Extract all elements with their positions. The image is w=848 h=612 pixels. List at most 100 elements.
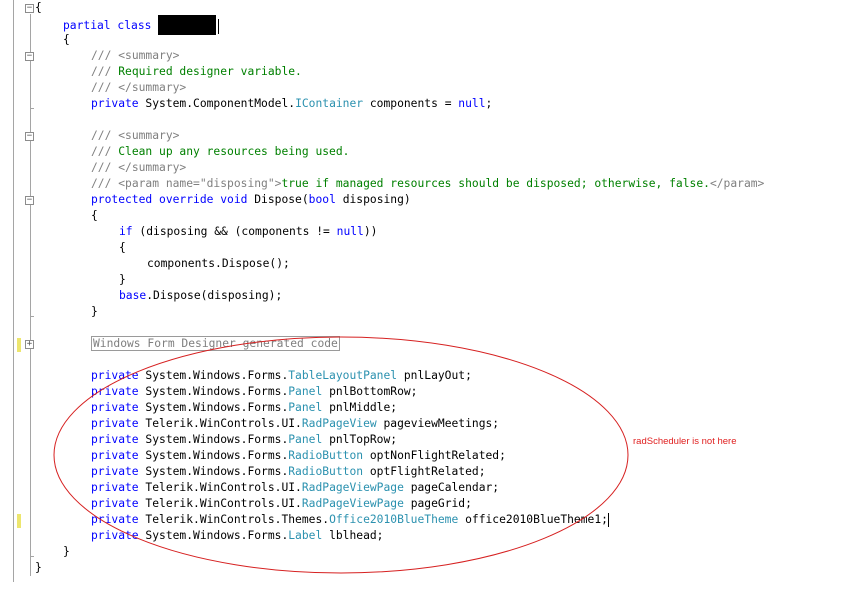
gutter-border bbox=[13, 0, 14, 582]
code-token: RadioButton bbox=[288, 449, 364, 462]
code-token: System.Windows.Forms. bbox=[145, 385, 289, 398]
code-token: Label bbox=[288, 529, 323, 542]
expand-toggle-icon[interactable]: + bbox=[25, 340, 34, 349]
code-token: Telerik.WinControls.UI. bbox=[145, 497, 302, 510]
code-token: )) bbox=[363, 225, 378, 238]
code-line-partial-class[interactable]: partial class bbox=[63, 15, 220, 35]
code-token: RadPageViewPage bbox=[301, 497, 404, 510]
code-line-close-brace-outer[interactable]: } bbox=[35, 560, 42, 576]
code-line-summary-close-2[interactable]: /// </summary> bbox=[91, 160, 186, 176]
code-token: IContainer bbox=[295, 97, 364, 110]
code-token: pageGrid; bbox=[403, 497, 472, 510]
collapsed-region-designer-code[interactable]: Windows Form Designer generated code bbox=[91, 336, 340, 351]
code-token: /// bbox=[91, 129, 119, 142]
code-line-open-brace-outer[interactable]: { bbox=[35, 0, 42, 16]
code-token: } bbox=[35, 561, 42, 574]
code-line-field-pnlMiddle[interactable]: private System.Windows.Forms.Panel pnlMi… bbox=[91, 400, 397, 416]
code-token: Telerik.WinControls.Themes. bbox=[145, 513, 330, 526]
code-line-close-brace-class[interactable]: } bbox=[63, 544, 70, 560]
code-line-field-optNonFlightRelated[interactable]: private System.Windows.Forms.RadioButton… bbox=[91, 448, 506, 464]
code-token: </summary> bbox=[118, 81, 187, 94]
code-token: } bbox=[119, 273, 126, 286]
code-token: components.Dispose(); bbox=[147, 257, 290, 270]
code-line-summary-open-2[interactable]: /// <summary> bbox=[91, 128, 179, 144]
code-line-summary-open-1[interactable]: /// <summary> bbox=[91, 48, 179, 64]
code-token: { bbox=[63, 33, 70, 46]
code-token: private bbox=[91, 433, 146, 446]
code-line-if-close[interactable]: } bbox=[119, 272, 126, 288]
code-token: /// bbox=[91, 49, 119, 62]
outline-end-tick bbox=[30, 108, 34, 109]
code-line-base-dispose[interactable]: base.Dispose(disposing); bbox=[119, 288, 282, 304]
code-token: null bbox=[458, 97, 486, 110]
code-line-open-brace-class[interactable]: { bbox=[63, 32, 70, 48]
code-token: private bbox=[91, 385, 146, 398]
code-token: private bbox=[91, 513, 146, 526]
code-token: pageviewMeetings; bbox=[376, 417, 500, 430]
redacted-class-name bbox=[158, 15, 217, 35]
collapse-toggle-icon[interactable]: − bbox=[25, 196, 34, 205]
code-editor[interactable]: − − − − + {partial class {/// <summary> /… bbox=[0, 0, 848, 612]
code-token: protected bbox=[91, 193, 160, 206]
code-token: Telerik.WinControls.UI. bbox=[145, 481, 302, 494]
code-line-field-pageviewMeetings[interactable]: private Telerik.WinControls.UI.RadPageVi… bbox=[91, 416, 499, 432]
code-token: System.Windows.Forms. bbox=[145, 449, 289, 462]
code-line-if-open[interactable]: { bbox=[119, 240, 126, 256]
code-token: null bbox=[336, 225, 364, 238]
collapse-toggle-icon[interactable]: − bbox=[25, 52, 34, 61]
code-line-summary-text-1[interactable]: /// Required designer variable. bbox=[91, 64, 302, 80]
code-token: { bbox=[35, 1, 42, 14]
code-token: System.Windows.Forms. bbox=[145, 529, 289, 542]
code-token: TableLayoutPanel bbox=[288, 369, 398, 382]
code-token: office2010BlueTheme1; bbox=[458, 513, 608, 526]
code-token: Panel bbox=[288, 433, 323, 446]
code-line-dispose-open[interactable]: { bbox=[91, 208, 98, 224]
code-line-field-pageGrid[interactable]: private Telerik.WinControls.UI.RadPageVi… bbox=[91, 496, 472, 512]
code-token: System.ComponentModel. bbox=[145, 97, 296, 110]
code-token: { bbox=[119, 241, 126, 254]
code-token: private bbox=[91, 497, 146, 510]
code-token: RadPageView bbox=[301, 417, 377, 430]
code-token: } bbox=[63, 545, 70, 558]
code-line-dispose-close[interactable]: } bbox=[91, 304, 98, 320]
code-line-field-lblhead[interactable]: private System.Windows.Forms.Label lblhe… bbox=[91, 528, 383, 544]
collapse-toggle-icon[interactable]: − bbox=[25, 4, 34, 13]
code-token: .Dispose(disposing); bbox=[146, 289, 283, 302]
code-token: void bbox=[220, 193, 255, 206]
code-line-field-pnlTopRow[interactable]: private System.Windows.Forms.Panel pnlTo… bbox=[91, 432, 397, 448]
code-token: (disposing && (components != bbox=[132, 225, 337, 238]
code-line-summary-close-1[interactable]: /// </summary> bbox=[91, 80, 186, 96]
code-token: private bbox=[91, 481, 146, 494]
code-token: Telerik.WinControls.UI. bbox=[145, 417, 302, 430]
code-line-if-line[interactable]: if (disposing && (components != null)) bbox=[119, 224, 377, 240]
code-token: optFlightRelated; bbox=[363, 465, 486, 478]
code-token: <summary> bbox=[118, 49, 180, 62]
outline-rail bbox=[30, 62, 31, 108]
code-line-summary-text-2[interactable]: /// Clean up any resources being used. bbox=[91, 144, 349, 160]
code-token: true if managed resources should be disp… bbox=[281, 177, 710, 190]
code-token: bool bbox=[308, 193, 336, 206]
code-token: Clean up any resources being used. bbox=[118, 145, 350, 158]
code-token: private bbox=[91, 417, 146, 430]
code-line-field-pnlBottomRow[interactable]: private System.Windows.Forms.Panel pnlBo… bbox=[91, 384, 417, 400]
code-token: Panel bbox=[288, 385, 323, 398]
code-line-components-dispose[interactable]: components.Dispose(); bbox=[147, 256, 290, 272]
collapse-toggle-icon[interactable]: − bbox=[25, 132, 34, 141]
code-token: pnlBottomRow; bbox=[322, 385, 418, 398]
code-line-field-pageCalendar[interactable]: private Telerik.WinControls.UI.RadPageVi… bbox=[91, 480, 499, 496]
code-line-field-pnlLayOut[interactable]: private System.Windows.Forms.TableLayout… bbox=[91, 368, 472, 384]
code-line-dispose-signature[interactable]: protected override void Dispose(bool dis… bbox=[91, 192, 411, 208]
code-token: if bbox=[119, 225, 133, 238]
code-token: <param name="disposing"> bbox=[118, 177, 282, 190]
code-line-components-field[interactable]: private System.ComponentModel.IContainer… bbox=[91, 96, 492, 112]
code-token: /// bbox=[91, 81, 119, 94]
code-line-param-doc[interactable]: /// <param name="disposing">true if mana… bbox=[91, 176, 764, 192]
outline-end-tick bbox=[30, 316, 34, 317]
code-token: pageCalendar; bbox=[403, 481, 500, 494]
code-line-field-optFlightRelated[interactable]: private System.Windows.Forms.RadioButton… bbox=[91, 464, 486, 480]
code-token: RadioButton bbox=[288, 465, 364, 478]
code-token: partial class bbox=[63, 19, 159, 32]
code-token: base bbox=[119, 289, 147, 302]
code-line-designer-region[interactable]: Windows Form Designer generated code bbox=[91, 336, 340, 352]
code-line-field-office2010BlueTheme1[interactable]: private Telerik.WinControls.Themes.Offic… bbox=[91, 512, 609, 528]
